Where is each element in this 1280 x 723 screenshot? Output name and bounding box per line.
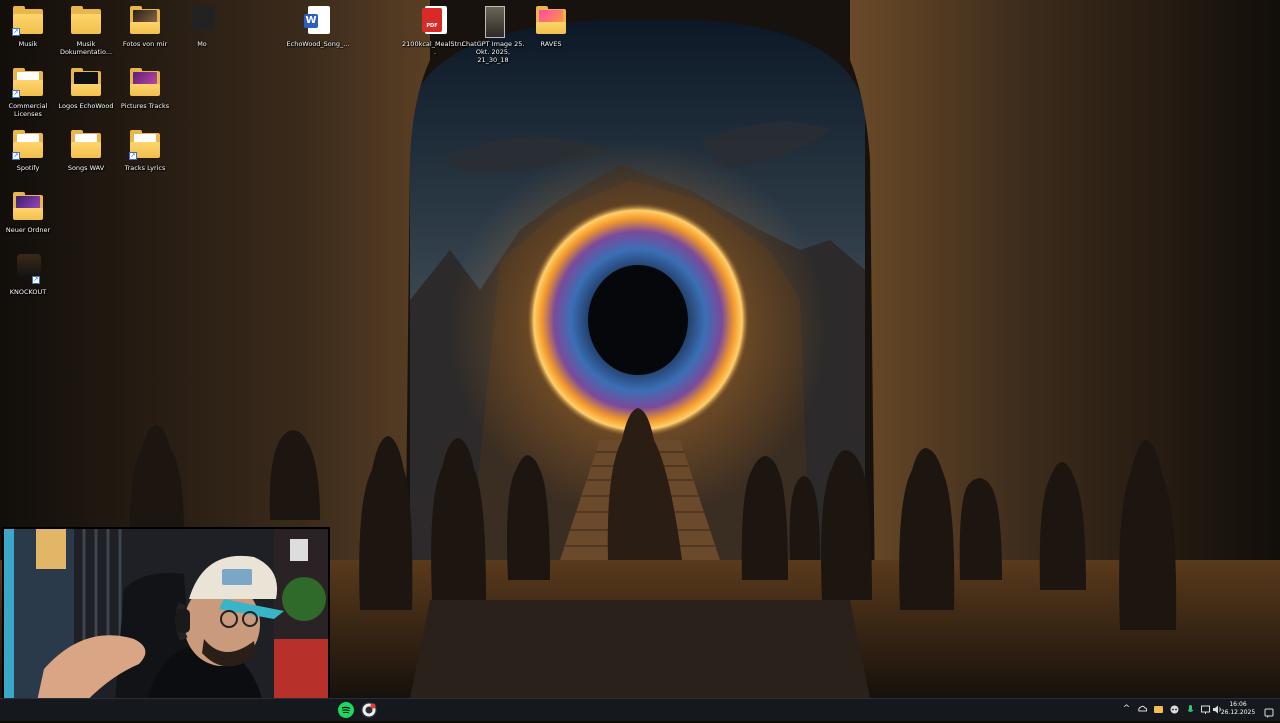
desktop-icon-label: RAVES xyxy=(540,40,562,48)
desktop-icon-mo[interactable]: Mo xyxy=(167,0,237,48)
clock-date: 26.12.2025 xyxy=(1220,709,1256,716)
desktop-icon-raves[interactable]: RAVES xyxy=(516,0,586,48)
folder-shortcut-icon: ↗ xyxy=(12,6,44,36)
folder-icon xyxy=(70,68,102,98)
pdf-icon: PDF xyxy=(419,6,451,36)
clock-time: 16:06 xyxy=(1229,701,1247,708)
recorder-taskbar-button[interactable] xyxy=(361,702,377,718)
pink-folder-icon xyxy=(535,6,567,36)
desktop-icon-echowood-song[interactable]: W EchoWood_Song_... xyxy=(283,0,353,48)
spotify-icon xyxy=(338,702,354,718)
desktop-icon-neuer-ordner[interactable]: Neuer Ordner xyxy=(0,186,63,234)
network-icon[interactable] xyxy=(1200,704,1211,715)
desktop-icon-tracks-lyrics[interactable]: ↗ Tracks Lyrics xyxy=(110,124,180,172)
taskbar: ^ 16:06 26.12.2025 xyxy=(0,698,1280,721)
taskbar-clock[interactable]: 16:06 26.12.2025 xyxy=(1218,701,1258,717)
discord-tray-icon[interactable] xyxy=(1169,704,1180,715)
show-hidden-icons-chevron-icon[interactable]: ^ xyxy=(1121,704,1132,715)
notification-icon xyxy=(1264,708,1274,718)
purple-folder-icon xyxy=(129,68,161,98)
desktop-icon-knockout[interactable]: ↗ KNOCKOUT xyxy=(0,248,63,296)
dark-app-icon xyxy=(186,6,218,36)
word-document-icon: W xyxy=(302,6,334,36)
spotify-taskbar-button[interactable] xyxy=(338,702,354,718)
desktop-icon-label: Pictures Tracks xyxy=(120,102,170,110)
desktop-icon-label: Tracks Lyrics xyxy=(124,164,166,172)
desktop-icon-label: Mo xyxy=(197,40,207,48)
knockout-app-icon: ↗ xyxy=(12,254,44,284)
webcam-overlay xyxy=(2,527,330,717)
sync-cloud-icon[interactable] xyxy=(1137,704,1148,715)
desktop-icon-label: KNOCKOUT xyxy=(9,288,47,296)
notification-center-button[interactable] xyxy=(1264,704,1274,718)
record-icon xyxy=(362,703,376,717)
folder-icon xyxy=(70,130,102,160)
desktop-icon-label: Neuer Ordner xyxy=(5,226,51,234)
desktop-icon-pictures-tracks[interactable]: Pictures Tracks xyxy=(110,62,180,110)
desktop-icon-label: EchoWood_Song_... xyxy=(286,40,350,48)
folder-shortcut-icon: ↗ xyxy=(129,130,161,160)
folder-shortcut-icon: ↗ xyxy=(12,68,44,98)
folder-tray-icon[interactable] xyxy=(1153,704,1164,715)
folder-icon xyxy=(70,6,102,36)
microphone-icon[interactable] xyxy=(1185,704,1196,715)
folder-shortcut-icon: ↗ xyxy=(12,130,44,160)
photo-folder-icon xyxy=(129,6,161,36)
purple-folder-icon xyxy=(12,192,44,222)
image-file-icon xyxy=(477,6,509,38)
